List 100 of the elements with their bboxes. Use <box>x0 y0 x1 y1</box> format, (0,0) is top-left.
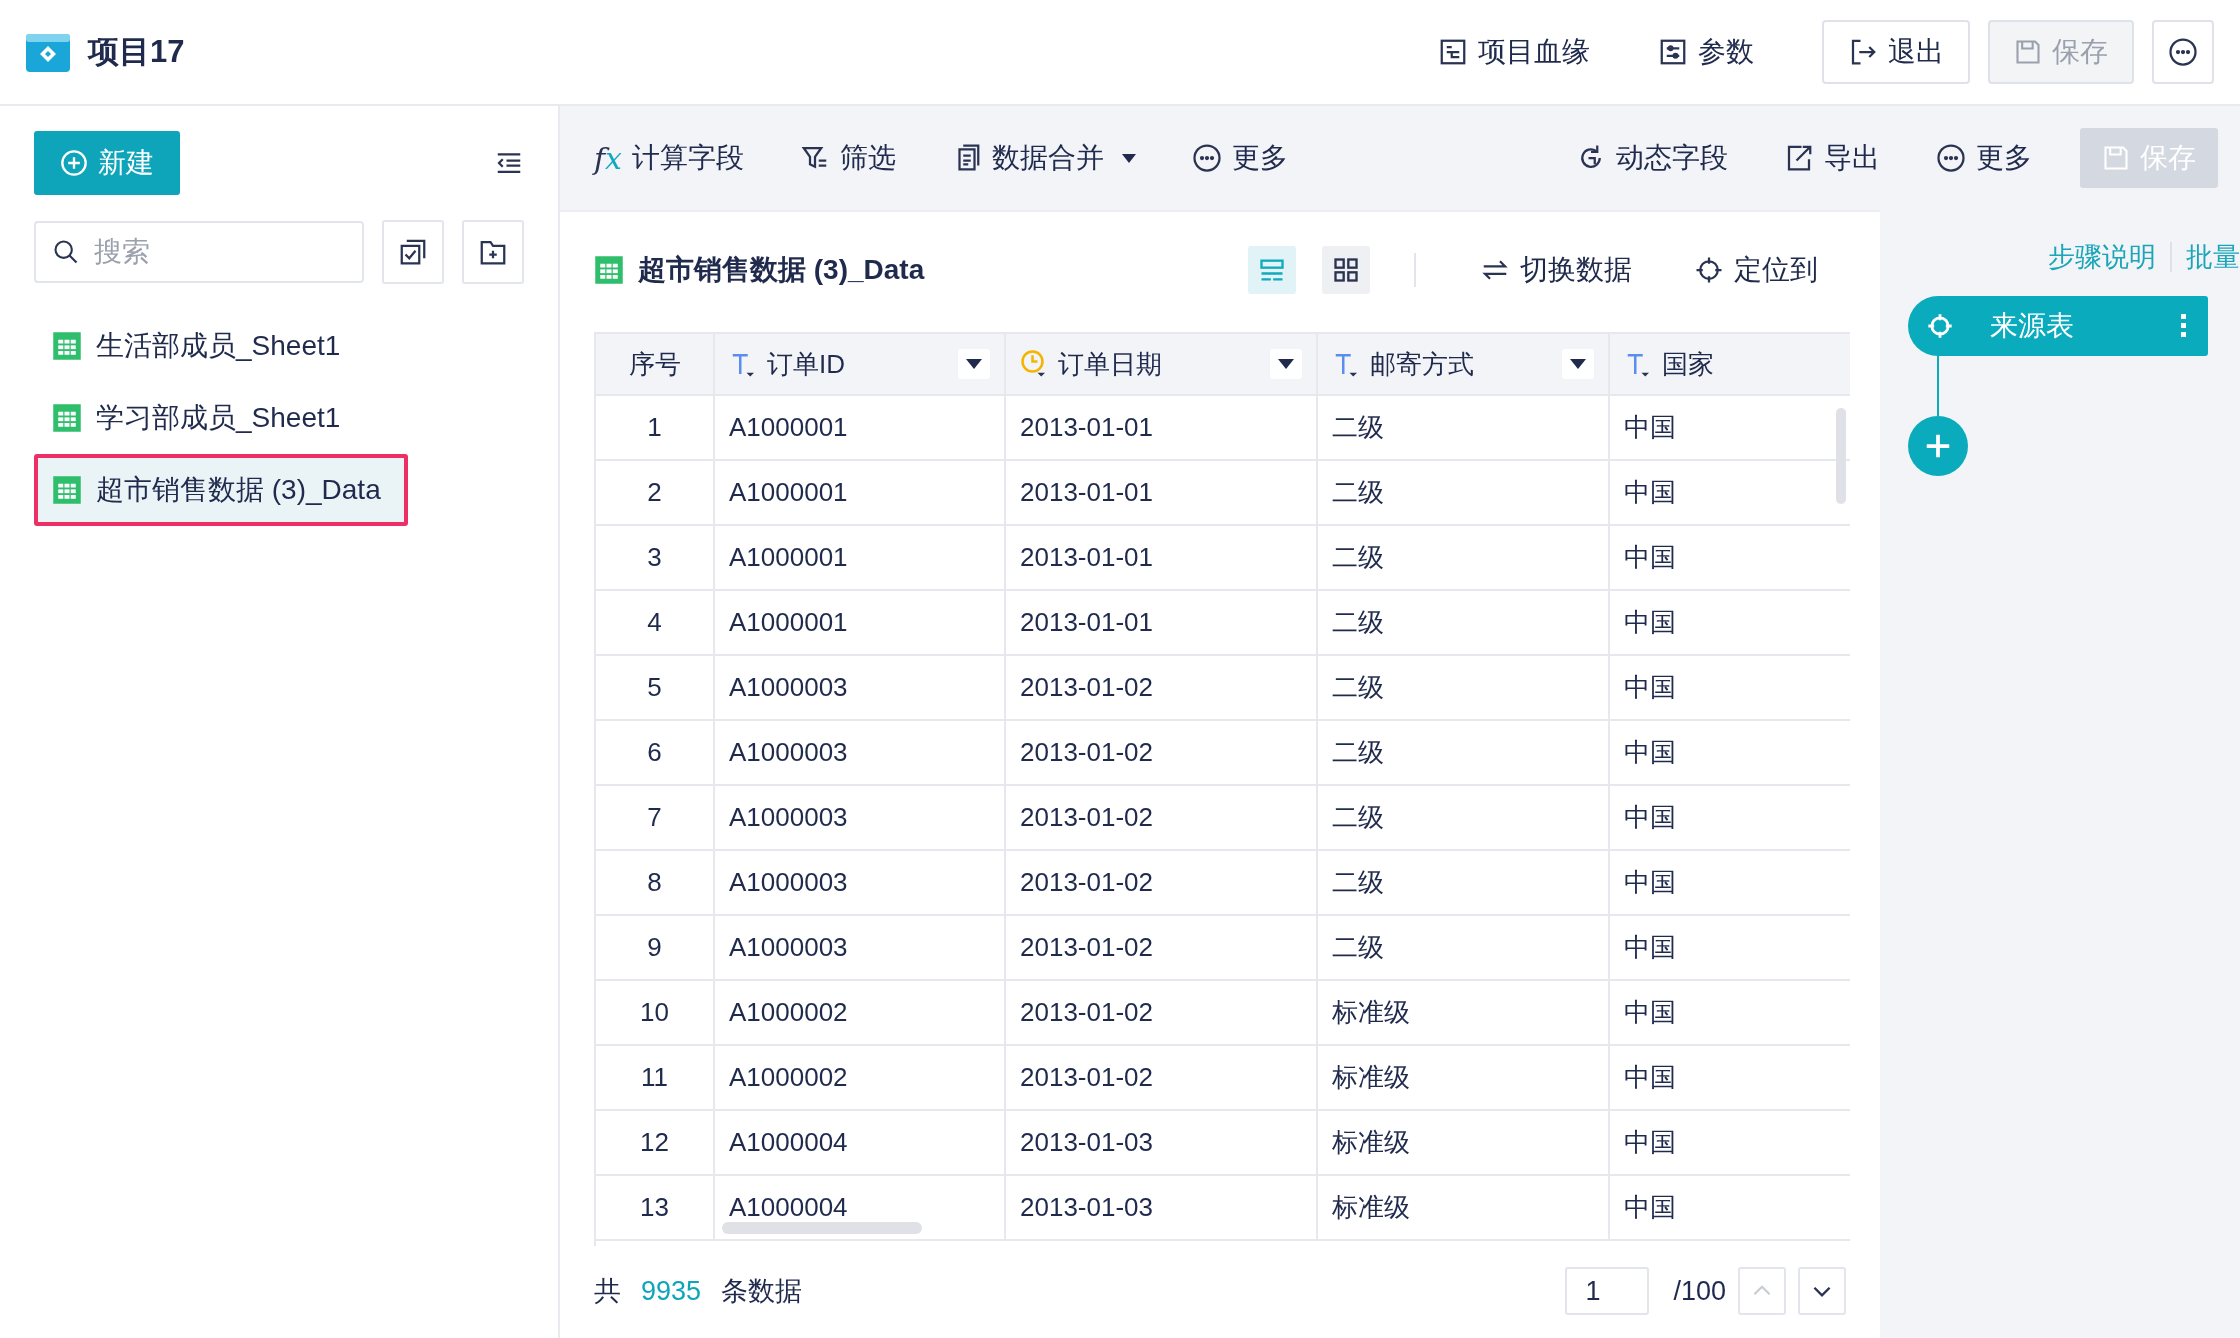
table-cell: 2013-01-01 <box>1005 525 1317 590</box>
table-cell: 二级 <box>1317 785 1609 850</box>
table-cell: 2013-01-02 <box>1005 915 1317 980</box>
toolbar-button[interactable]: 导出 <box>1784 139 1880 177</box>
table-icon <box>594 255 624 285</box>
table-cell: 标准级 <box>1317 1110 1609 1175</box>
checkbox-icon <box>398 237 428 267</box>
lineage-icon <box>1438 37 1468 67</box>
table-cell: 8 <box>596 850 714 915</box>
column-header: 订单ID <box>767 347 845 381</box>
table-cell: 中国 <box>1609 850 1850 915</box>
view-toggle[interactable] <box>1248 246 1296 294</box>
save-icon <box>2102 144 2130 172</box>
dataset-item[interactable]: 生活部成员_Sheet1 <box>34 310 524 382</box>
horizontal-scrollbar[interactable] <box>722 1222 922 1234</box>
dataset-item[interactable]: 超市销售数据 (3)_Data <box>34 454 408 526</box>
column-header: 序号 <box>628 347 681 381</box>
header-action[interactable]: 项目血缘 <box>1438 33 1590 71</box>
table-cell: 9 <box>596 915 714 980</box>
toolbar-button[interactable]: 更多 <box>1936 139 2032 177</box>
column-filter-button[interactable] <box>958 349 990 379</box>
table-cell: 2013-01-03 <box>1005 1110 1317 1175</box>
table-cell: A1000003 <box>714 850 1005 915</box>
plus-circle-icon <box>60 149 88 177</box>
kebab-menu-icon[interactable] <box>2180 313 2188 339</box>
toolbar-button[interactable]: 筛选 <box>800 139 897 177</box>
search-field[interactable]: 搜索 <box>34 221 364 283</box>
table-cell: 中国 <box>1609 980 1850 1045</box>
more-button[interactable] <box>2152 20 2214 84</box>
column-filter-button[interactable] <box>1270 349 1302 379</box>
table-cell: 中国 <box>1609 785 1850 850</box>
more-icon <box>2168 37 2198 67</box>
table-cell: 13 <box>596 1175 714 1240</box>
table-cell: 二级 <box>1317 395 1609 460</box>
table-cell: 2013-01-02 <box>1005 785 1317 850</box>
save-icon <box>2014 38 2042 66</box>
formula-icon: fx <box>594 140 623 176</box>
table-cell: A1000003 <box>714 720 1005 785</box>
toolbar-button[interactable]: 更多 <box>1192 139 1289 177</box>
table-cell: 标准级 <box>1317 1045 1609 1110</box>
column-header: 国家 <box>1662 347 1714 381</box>
table-cell: 中国 <box>1609 915 1850 980</box>
table-cell: 中国 <box>1609 655 1850 720</box>
new-folder-button[interactable] <box>462 220 524 284</box>
project-title: 项目17 <box>88 33 185 71</box>
toolbar-button[interactable]: 数据合并 <box>952 139 1137 177</box>
table-cell: 中国 <box>1609 720 1850 785</box>
table-cell: 2013-01-02 <box>1005 720 1317 785</box>
table-cell: 二级 <box>1317 850 1609 915</box>
table-cell: 二级 <box>1317 590 1609 655</box>
column-filter-button[interactable] <box>1562 349 1594 379</box>
table-cell: 二级 <box>1317 915 1609 980</box>
next-page-button[interactable] <box>1798 1267 1846 1315</box>
table-icon <box>52 331 82 361</box>
table-cell: 12 <box>596 1110 714 1175</box>
table-cell: 3 <box>596 525 714 590</box>
vertical-scrollbar[interactable] <box>1836 408 1846 504</box>
table-cell: A1000002 <box>714 1045 1005 1110</box>
crosshair-icon <box>1926 312 1954 340</box>
table-cell: 2013-01-02 <box>1005 980 1317 1045</box>
dataset-title: 超市销售数据 (3)_Data <box>638 253 925 287</box>
table-cell: 7 <box>596 785 714 850</box>
table-cell: 中国 <box>1609 1175 1850 1240</box>
page-total: /100 <box>1673 1275 1726 1307</box>
app-logo-icon <box>26 32 70 72</box>
table-cell: A1000001 <box>714 460 1005 525</box>
page-field[interactable]: 1 <box>1565 1267 1650 1315</box>
add-step-button[interactable] <box>1908 416 1968 476</box>
more-icon <box>1936 143 1966 173</box>
toolbar-button[interactable]: fx 计算字段 <box>594 139 745 177</box>
header-action[interactable]: 参数 <box>1658 33 1754 71</box>
table-cell: 2013-01-01 <box>1005 395 1317 460</box>
table-cell: 6 <box>596 720 714 785</box>
toolbar-button[interactable]: 动态字段 <box>1576 139 1728 177</box>
table-cell: 标准级 <box>1317 1175 1609 1240</box>
table-cell: A1000003 <box>714 915 1005 980</box>
table-cell: 10 <box>596 980 714 1045</box>
table-cell: A1000001 <box>714 395 1005 460</box>
table-cell: A1000004 <box>714 1110 1005 1175</box>
data-action-button[interactable]: 定位到 <box>1694 251 1818 289</box>
table-cell: 二级 <box>1317 525 1609 590</box>
exit-button[interactable]: 退出 <box>1822 20 1970 84</box>
crosshair-icon <box>1694 255 1724 285</box>
table-cell: A1000001 <box>714 590 1005 655</box>
table-cell: 5 <box>596 655 714 720</box>
table-cell: 11 <box>596 1045 714 1110</box>
batch-select-button[interactable] <box>382 220 444 284</box>
table-cell: 中国 <box>1609 1110 1850 1175</box>
table-cell: A1000003 <box>714 655 1005 720</box>
table-cell: 中国 <box>1609 1045 1850 1110</box>
view-toggle[interactable] <box>1322 246 1370 294</box>
table-cell: 2013-01-01 <box>1005 590 1317 655</box>
dataset-item[interactable]: 学习部成员_Sheet1 <box>34 382 524 454</box>
table-cell: 中国 <box>1609 525 1850 590</box>
more-icon <box>1192 143 1223 173</box>
caret-icon <box>1122 153 1137 163</box>
column-header: 邮寄方式 <box>1370 347 1474 381</box>
data-action-button[interactable]: 切换数据 <box>1480 251 1632 289</box>
table-cell: 2013-01-02 <box>1005 850 1317 915</box>
table-cell: 1 <box>596 395 714 460</box>
